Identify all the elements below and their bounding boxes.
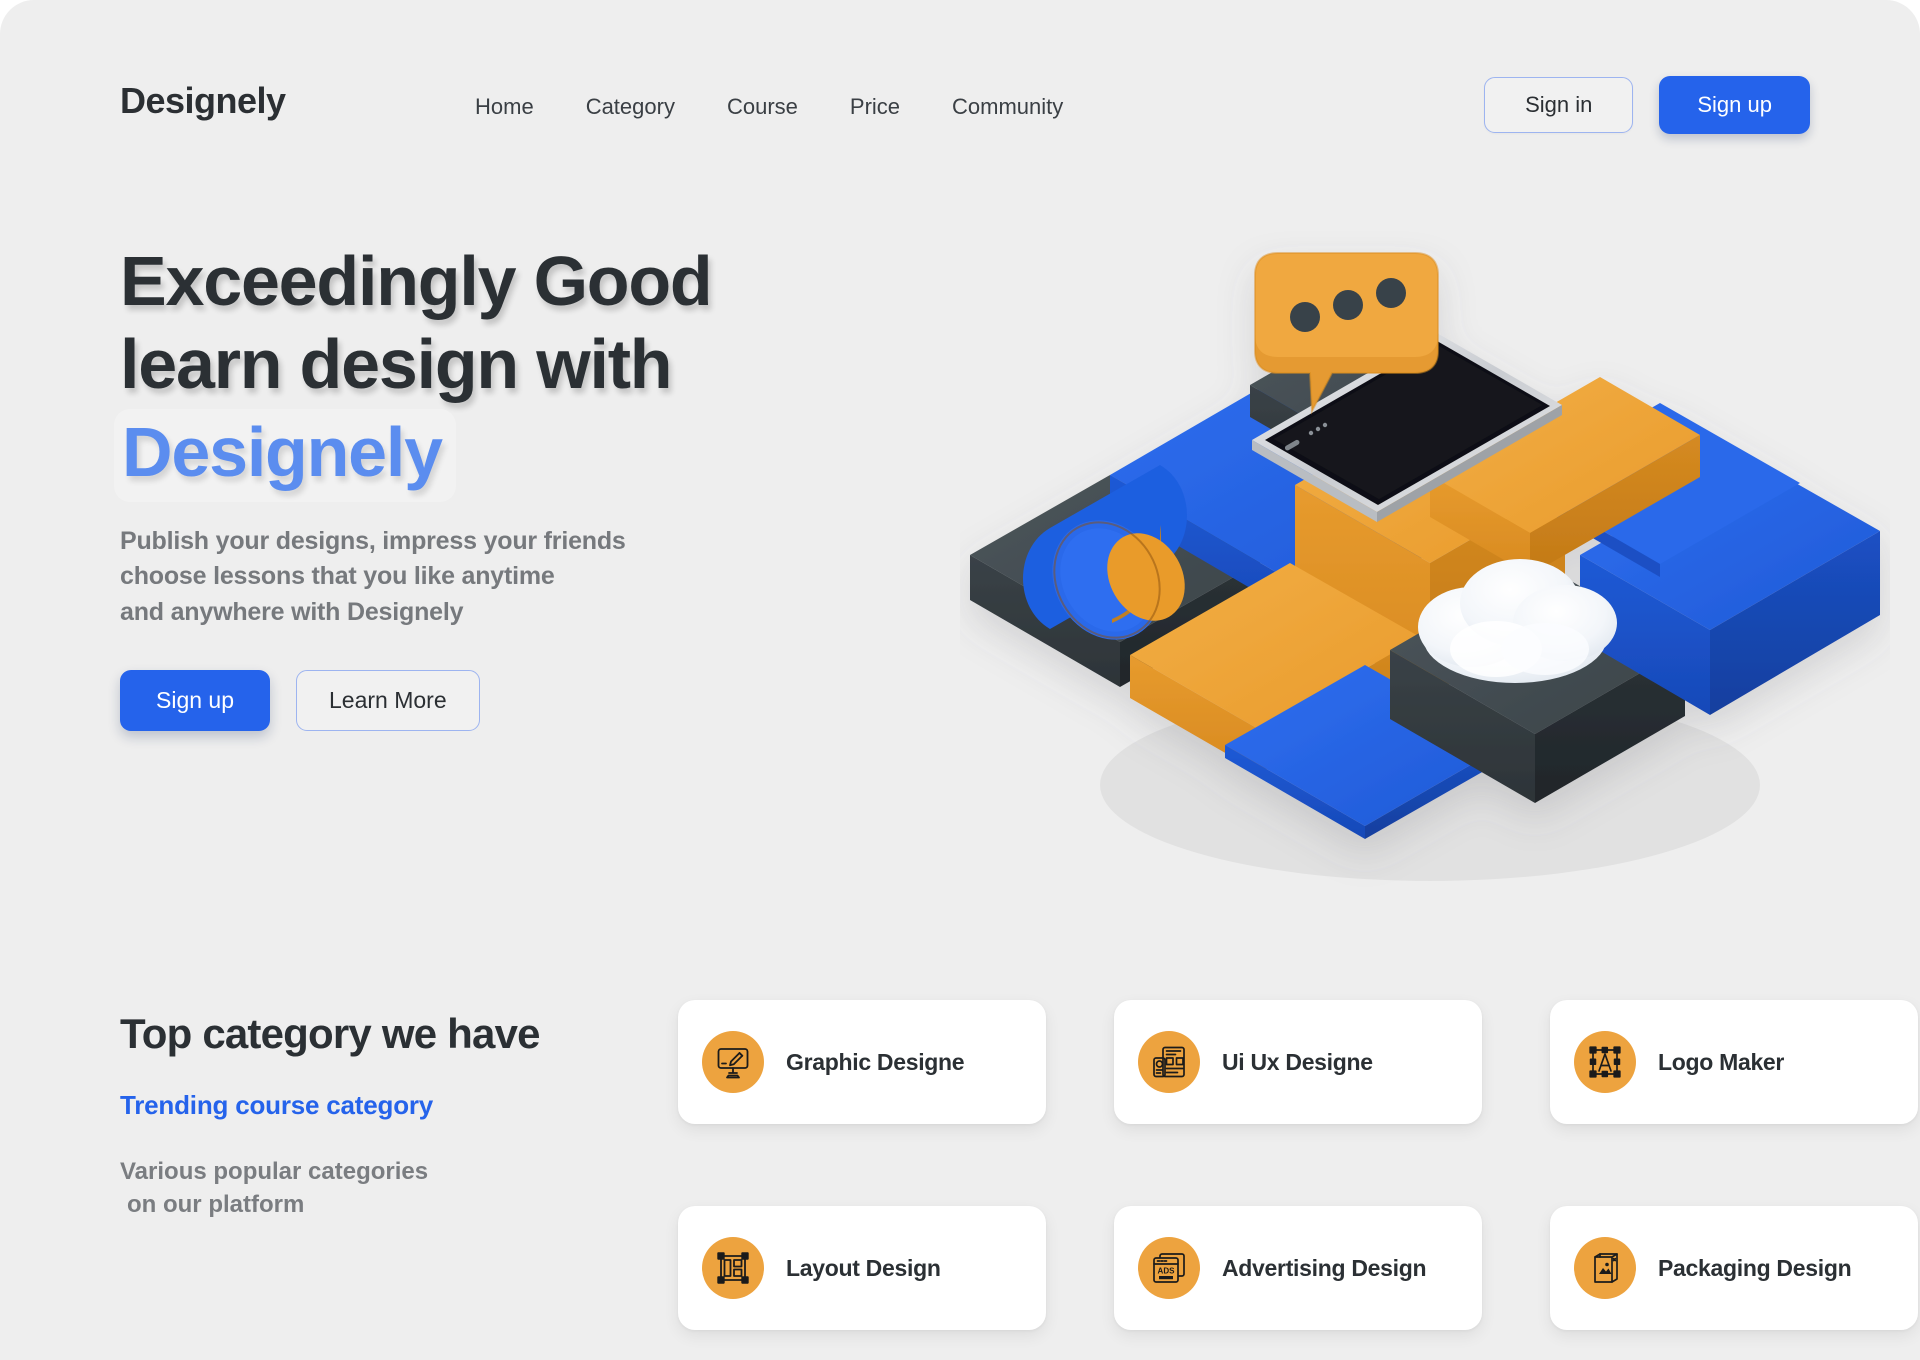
hero-subtitle-line-1: Publish your designs, impress your frien… [120,526,626,555]
hero-illustration [960,225,1890,925]
nav-item-course[interactable]: Course [727,94,798,120]
hero-headline-line-1: Exceedingly Good [120,242,713,320]
category-card-grid: Graphic Designe Ui Ux Designe Logo Maker… [678,1000,1918,1330]
category-card-label: Ui Ux Designe [1222,1048,1373,1075]
hero-subtitle-line-3: and anywhere with Designely [120,597,464,626]
wireframe-layout-icon [1138,1031,1200,1093]
auth-buttons: Sign in Sign up [1484,76,1810,134]
category-description: Various popular categories on our platfo… [120,1155,680,1221]
hero-sign-up-button[interactable]: Sign up [120,670,271,732]
hero-section: Exceedingly Good learn design with Desig… [114,240,1020,732]
category-card-label: Logo Maker [1658,1048,1785,1075]
ads-browser-icon: ADS [1138,1237,1200,1299]
category-intro: Top category we have Trending course cat… [120,1010,680,1221]
brand-logo[interactable]: Designely [120,80,286,122]
hero-subtitle-line-2: choose lessons that you like anytime [120,562,555,591]
landing-page: Designely Home Category Course Price Com… [0,0,1920,1360]
site-header: Designely Home Category Course Price Com… [0,74,1920,154]
monitor-paintbrush-icon [702,1031,764,1093]
hero-subtitle: Publish your designs, impress your frien… [120,524,1020,631]
category-card-label: Advertising Design [1222,1254,1427,1281]
category-description-line-1: Various popular categories [120,1158,429,1185]
grid-frame-icon [702,1237,764,1299]
category-card-ui-ux-designe[interactable]: Ui Ux Designe [1114,1000,1482,1124]
nav-item-home[interactable]: Home [475,94,534,120]
hero-headline-line-2: learn design with [120,325,673,404]
category-card-advertising-design[interactable]: ADS Advertising Design [1114,1206,1482,1330]
category-card-graphic-designe[interactable]: Graphic Designe [678,1000,1046,1124]
category-card-logo-maker[interactable]: Logo Maker [1550,1000,1918,1124]
category-trending-link[interactable]: Trending course category [120,1090,680,1121]
category-description-line-2: on our platform [127,1191,305,1219]
letter-a-frame-icon [1574,1031,1636,1093]
nav-item-category[interactable]: Category [586,94,675,120]
sign-up-button[interactable]: Sign up [1659,76,1810,134]
hero-headline-accent: Designely [114,408,456,502]
hero-headline: Exceedingly Good learn design with Desig… [114,240,1020,502]
sign-in-button[interactable]: Sign in [1484,77,1634,133]
main-navigation: Home Category Course Price Community [475,94,1063,120]
svg-text:ADS: ADS [1158,1267,1176,1276]
hero-cta-group: Sign up Learn More [120,670,1020,732]
nav-item-price[interactable]: Price [850,94,900,120]
box-package-icon [1574,1237,1636,1299]
category-heading: Top category we have [120,1010,541,1057]
category-card-layout-design[interactable]: Layout Design [678,1206,1046,1330]
category-card-packaging-design[interactable]: Packaging Design [1550,1206,1918,1330]
hero-learn-more-button[interactable]: Learn More [296,670,480,732]
category-card-label: Packaging Design [1658,1254,1852,1281]
category-card-label: Graphic Designe [786,1048,965,1075]
nav-item-community[interactable]: Community [952,94,1063,120]
category-card-label: Layout Design [786,1254,941,1281]
